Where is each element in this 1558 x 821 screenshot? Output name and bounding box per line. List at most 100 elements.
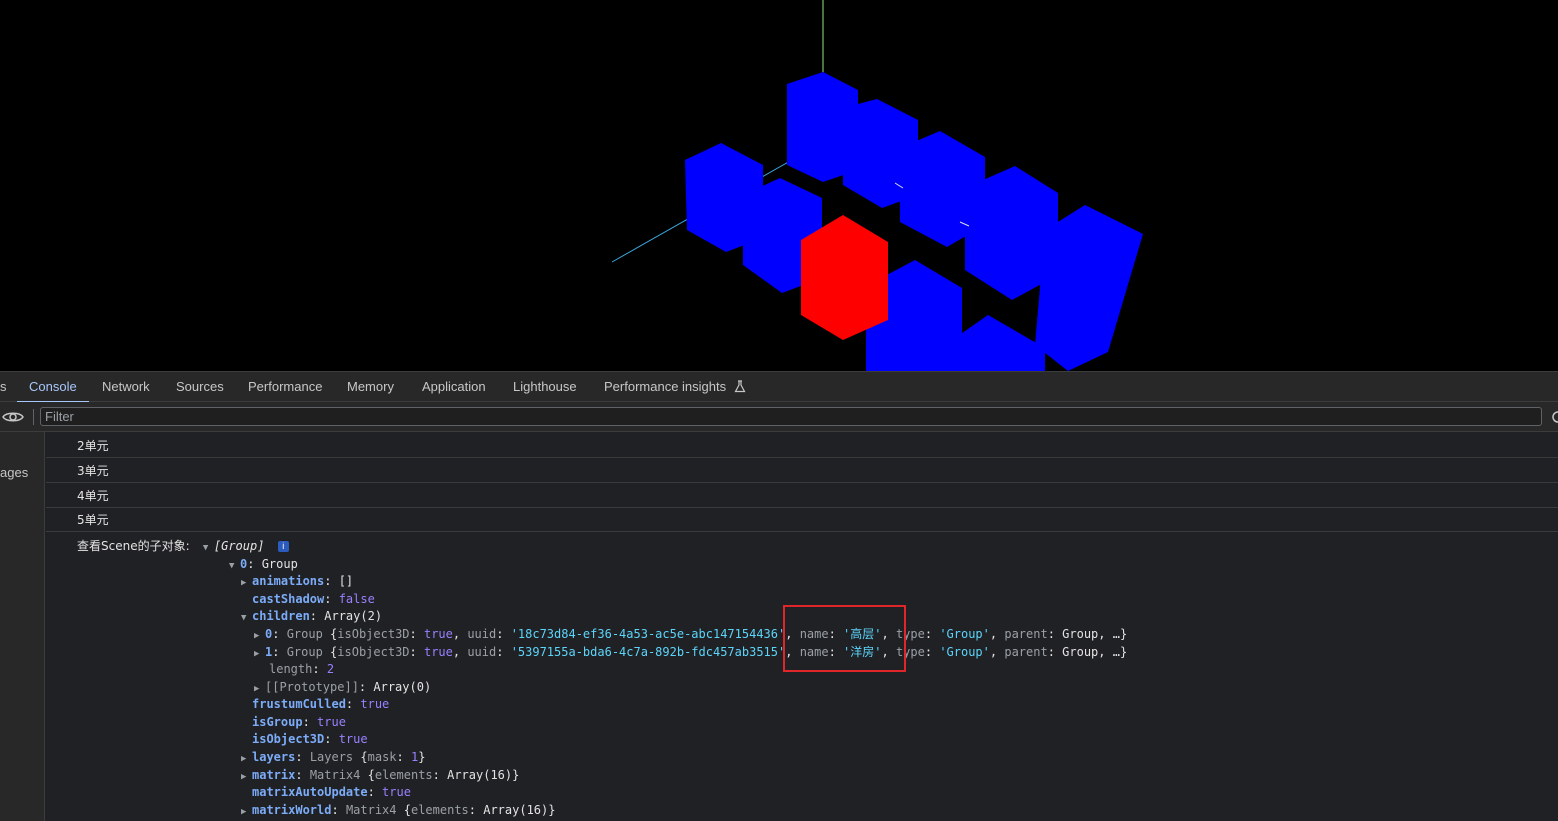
tab-performance[interactable]: Performance (248, 372, 322, 402)
prop-value: Array(2) (324, 609, 383, 623)
parent-value: Group (1062, 645, 1099, 659)
tree-row-matrix[interactable]: ▶ matrix: Matrix4 {elements: Array(16)} (241, 767, 519, 784)
filter-input[interactable] (40, 407, 1542, 426)
inner-key: elements (374, 768, 433, 782)
type-value: 'Group' (939, 645, 990, 659)
tree-row-item0[interactable]: ▼ 0: Group (229, 556, 298, 573)
tree-row-prototype[interactable]: ▶ [[Prototype]]: Array(0) (254, 679, 431, 696)
expand-down-icon[interactable]: ▼ (241, 610, 252, 627)
tree-row-length: length: 2 (269, 662, 335, 676)
prop-value: Array(0) (373, 680, 432, 694)
prop-key: castShadow (252, 592, 325, 606)
three-canvas[interactable] (0, 0, 1558, 371)
tab-network[interactable]: Network (102, 372, 150, 402)
settings-gear-icon-partial[interactable] (1551, 410, 1558, 424)
console-filter-bar (0, 402, 1558, 432)
type-value: 'Group' (939, 627, 990, 641)
prop-class: Matrix4 (345, 803, 397, 817)
expand-down-icon[interactable]: ▼ (203, 540, 214, 557)
tree-row-layers[interactable]: ▶ layers: Layers {mask: 1} (241, 749, 425, 766)
parent-value: Group (1062, 627, 1099, 641)
prop-value: true (423, 645, 453, 659)
inner-value: Array(16) (447, 768, 513, 782)
expand-right-icon[interactable]: ▶ (254, 628, 265, 645)
tree-row-matrixautoupdate: matrixAutoUpdate: true (252, 785, 411, 799)
tree-row-animations[interactable]: ▶ animations: [] (241, 573, 353, 590)
prop-value: false (338, 592, 375, 606)
prop-value: Group (261, 557, 298, 571)
prop-key: layers (252, 750, 296, 764)
prop-key: matrixWorld (252, 803, 332, 817)
expand-down-icon[interactable]: ▼ (229, 558, 240, 575)
tree-row-child1[interactable]: ▶ 1: Group {isObject3D: true, uuid: '5397… (254, 644, 1127, 661)
prop-class: Group (286, 627, 323, 641)
root-value: [Group] (213, 539, 265, 553)
console-message: 3单元 (46, 459, 1558, 483)
prop-class: Matrix4 (309, 768, 361, 782)
log-label: 查看Scene的子对象: (77, 539, 190, 553)
tab-sources[interactable]: Sources (176, 372, 224, 402)
prop-key: matrixAutoUpdate (252, 785, 368, 799)
scene-svg (611, 0, 1143, 371)
expand-right-icon[interactable]: ▶ (241, 804, 252, 821)
tree-row-matrixworld[interactable]: ▶ matrixWorld: Matrix4 {elements: Array(1… (241, 802, 555, 819)
prop-value: 2 (326, 662, 335, 676)
expand-right-icon[interactable]: ▶ (241, 751, 252, 768)
console-message-text: 4单元 (77, 489, 109, 503)
prop-value: true (423, 627, 453, 641)
tab-performance-insights-label: Performance insights (604, 379, 727, 394)
prop-value: true (360, 697, 390, 711)
prop-key: children (252, 609, 310, 623)
sidebar-item-messages-partial[interactable]: ages (0, 465, 28, 480)
console-message: 2单元 (46, 434, 1558, 458)
tree-row-children[interactable]: ▼ children: Array(2) (241, 608, 382, 625)
tree-row-isgroup: isGroup: true (252, 715, 346, 729)
prop-key: matrix (252, 768, 296, 782)
prop-value: true (338, 732, 368, 746)
eye-icon[interactable] (2, 410, 24, 424)
console-message-text: 2单元 (77, 439, 109, 453)
console-message-text: 3单元 (77, 464, 109, 478)
tab-elements-partial[interactable]: s (0, 372, 7, 402)
experiment-flask-icon (734, 380, 746, 393)
uuid-value: '18c73d84-ef36-4a53-ac5e-abc147154436' (510, 627, 786, 641)
prop-key: [[Prototype]] (265, 680, 359, 694)
tree-root[interactable]: 查看Scene的子对象: ▼ [Group] i (77, 538, 289, 555)
expand-right-icon[interactable]: ▶ (241, 769, 252, 786)
tree-row-castshadow: castShadow: false (252, 592, 375, 606)
prop-key: length (269, 662, 313, 676)
annotation-highlight-box (783, 605, 906, 672)
ellipsis: …} (1112, 645, 1128, 659)
prop-value: [] (338, 574, 354, 588)
tree-row-frustumculled: frustumCulled: true (252, 697, 390, 711)
prop-key: isGroup (252, 715, 303, 729)
inner-key: elements (410, 803, 469, 817)
tab-lighthouse[interactable]: Lighthouse (513, 372, 577, 402)
tab-application[interactable]: Application (422, 372, 486, 402)
prop-value: true (382, 785, 411, 799)
console-sidebar: ages (0, 432, 45, 821)
expand-right-icon[interactable]: ▶ (241, 575, 252, 592)
inner-value: Array(16) (483, 803, 549, 817)
building-cube[interactable] (1035, 205, 1143, 371)
selected-building-cube[interactable] (801, 215, 888, 340)
console-message: 4单元 (46, 484, 1558, 508)
prop-value: true (317, 715, 346, 729)
inner-key: mask (367, 750, 397, 764)
divider (33, 409, 34, 425)
uuid-value: '5397155a-bda6-4c7a-892b-fdc457ab3515' (510, 645, 786, 659)
tree-row-child0[interactable]: ▶ 0: Group {isObject3D: true, uuid: '18c7… (254, 626, 1127, 643)
tab-performance-insights[interactable]: Performance insights (604, 372, 746, 402)
tab-console[interactable]: Console (17, 372, 89, 403)
console-message-text: 5单元 (77, 513, 109, 527)
console-output: 2单元 3单元 4单元 5单元 查看Scene的子对象: ▼ [Group] i … (46, 432, 1558, 821)
prop-class: Layers (309, 750, 354, 764)
prop-key: animations (252, 574, 325, 588)
prop-key: frustumCulled (252, 697, 346, 711)
devtools-tabbar: s Console Network Sources Performance Me… (0, 371, 1558, 403)
expand-right-icon[interactable]: ▶ (254, 646, 265, 663)
tab-memory[interactable]: Memory (347, 372, 394, 402)
prop-class: Group (286, 645, 323, 659)
info-icon[interactable]: i (277, 541, 289, 552)
console-message: 5单元 (46, 508, 1558, 532)
